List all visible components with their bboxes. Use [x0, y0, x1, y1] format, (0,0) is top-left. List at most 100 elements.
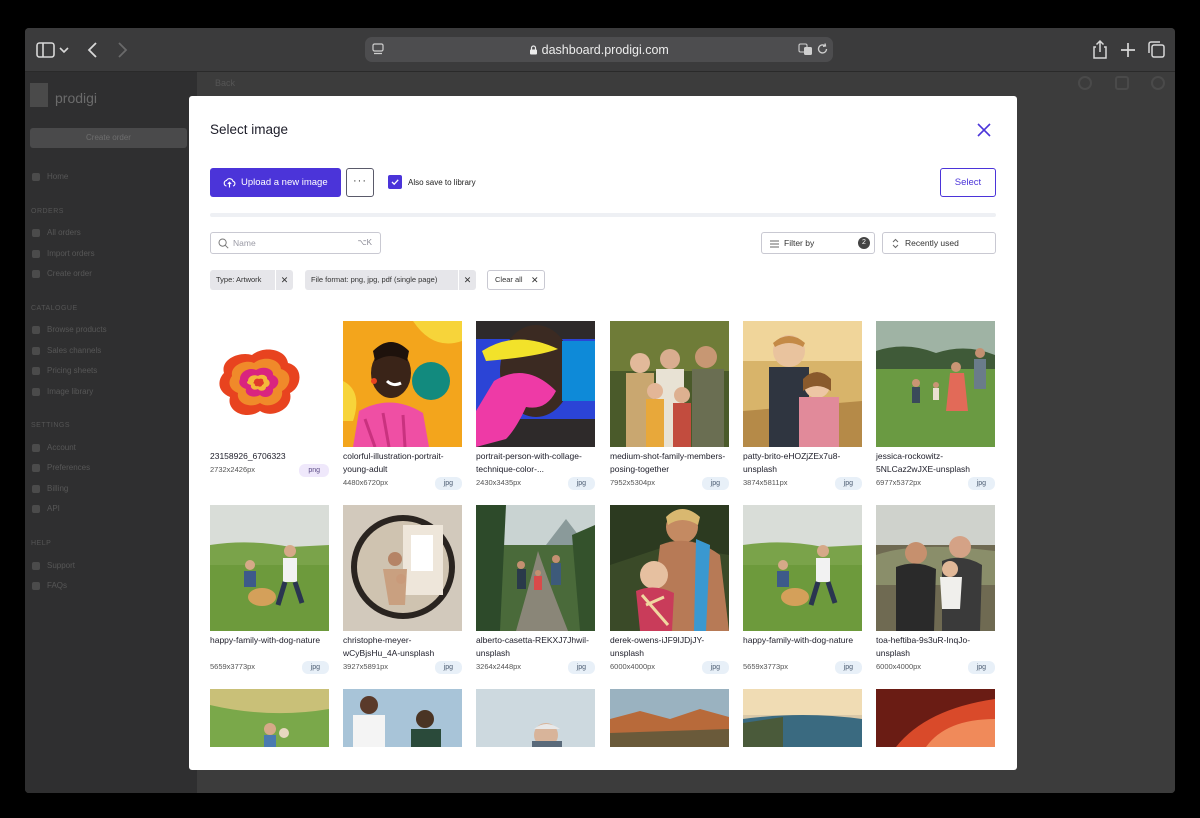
sort-select[interactable]: Recently used	[882, 232, 996, 254]
tab-overview-icon[interactable]	[1146, 39, 1168, 61]
import-icon	[32, 250, 40, 258]
billing-icon	[32, 485, 40, 493]
sidebar-item-label: Image library	[47, 387, 94, 396]
image-thumbnail	[210, 321, 329, 447]
filter-by-button[interactable]: Filter by 2	[761, 232, 875, 254]
save-to-library-label[interactable]: Also save to library	[408, 178, 476, 187]
sidebar-toggle-icon[interactable]	[35, 39, 57, 61]
format-badge: jpg	[834, 661, 862, 674]
image-name: portrait-person-with-collage-technique-c…	[476, 451, 582, 474]
sidebar-item-billing[interactable]: Billing	[32, 484, 68, 493]
image-dimensions: 7952x5304px	[610, 478, 656, 487]
sidebar-item-sales-channels[interactable]: Sales channels	[32, 346, 101, 355]
image-name: medium-shot-family-members-posing-togeth…	[610, 451, 726, 474]
image-thumbnail	[876, 505, 995, 631]
channels-icon	[32, 347, 40, 355]
close-icon[interactable]	[975, 121, 993, 139]
code-icon	[32, 505, 40, 513]
address-bar[interactable]: dashboard.prodigi.com	[365, 37, 833, 62]
prodigi-logo	[30, 83, 48, 107]
forward-arrow-icon[interactable]	[111, 39, 133, 61]
sidebar-item-create-order[interactable]: Create order	[32, 269, 92, 278]
reload-icon[interactable]	[816, 42, 829, 56]
sidebar-item-browse-products[interactable]: Browse products	[32, 325, 107, 334]
sidebar-item-image-library[interactable]: Image library	[32, 387, 94, 396]
format-badge: png	[299, 464, 329, 477]
sidebar-item-label: Home	[47, 172, 69, 181]
remove-filter-icon[interactable]: ✕	[458, 270, 476, 290]
image-dimensions: 5659x3773px	[210, 662, 256, 671]
sidebar-item-home[interactable]: Home	[32, 172, 69, 181]
translate-icon[interactable]	[798, 42, 813, 56]
image-dimensions: 4480x6720px	[343, 478, 389, 487]
sidebar-section-title: HELP	[31, 540, 52, 547]
remove-filter-icon[interactable]: ✕	[275, 270, 293, 290]
save-to-library-checkbox[interactable]	[388, 175, 402, 189]
create-order-button[interactable]: Create order	[30, 128, 187, 148]
back-link[interactable]: Back	[215, 78, 235, 88]
image-dimensions: 3264x2448px	[476, 662, 522, 671]
back-arrow-icon[interactable]	[83, 39, 105, 61]
account-icon	[32, 444, 40, 452]
sidebar-item-api[interactable]: API	[32, 504, 60, 513]
notification-icon[interactable]	[1078, 76, 1092, 90]
divider	[210, 213, 996, 217]
browser-window: dashboard.prodigi.com prodigi Create ord…	[25, 28, 1175, 793]
upload-image-button[interactable]: Upload a new image	[210, 168, 341, 197]
sidebar-item-faqs[interactable]: FAQs	[32, 581, 68, 590]
clear-all-label: Clear all	[495, 275, 523, 284]
sidebar-item-preferences[interactable]: Preferences	[32, 463, 90, 472]
sidebar-item-label: Support	[47, 561, 76, 570]
sidebar-item-all-orders[interactable]: All orders	[32, 228, 81, 237]
format-badge: jpg	[567, 477, 595, 490]
image-name: jessica-rockowitz-5NLCaz2wJXE-unsplash	[876, 451, 971, 474]
new-tab-icon[interactable]	[1117, 39, 1139, 61]
image-thumbnail[interactable]	[743, 689, 862, 747]
sidebar-item-label: FAQs	[47, 581, 68, 590]
image-dimensions: 3927x5891px	[343, 662, 389, 671]
image-thumbnail[interactable]	[210, 689, 329, 747]
image-thumbnail[interactable]	[876, 689, 995, 747]
image-thumbnail	[343, 505, 462, 631]
format-badge: jpg	[701, 661, 729, 674]
orders-icon	[32, 229, 40, 237]
search-input[interactable]: Name ⌥K	[210, 232, 381, 254]
user-icon[interactable]	[1151, 76, 1165, 90]
sidebar-item-pricing-sheets[interactable]: Pricing sheets	[32, 366, 97, 375]
preferences-icon	[32, 464, 40, 472]
format-badge: jpg	[701, 477, 729, 490]
image-dimensions: 6977x5372px	[876, 478, 922, 487]
browser-toolbar: dashboard.prodigi.com	[25, 28, 1175, 72]
url-label: dashboard.prodigi.com	[541, 43, 669, 57]
image-name: toa-heftiba-9s3uR-InqJo-unsplash	[876, 635, 971, 658]
sidebar-item-label: API	[47, 504, 60, 513]
filter-chip-format: File format: png, jpg, pdf (single page)…	[305, 270, 476, 290]
image-name: patty-brito-eHOZjZEx7u8-unsplash	[743, 451, 841, 474]
image-thumbnail	[743, 321, 862, 447]
image-name: christophe-meyer-wCyBjsHu_4A-unsplash	[343, 635, 435, 658]
sidebar-item-import-orders[interactable]: Import orders	[32, 249, 95, 258]
sidebar-item-account[interactable]: Account	[32, 443, 76, 452]
image-name: happy-family-with-dog-nature	[743, 635, 854, 645]
clear-all-button[interactable]: Clear all ✕	[487, 270, 545, 290]
image-thumbnail[interactable]	[610, 689, 729, 747]
search-icon	[218, 238, 229, 249]
select-button[interactable]: Select	[940, 168, 996, 197]
sidebar-item-label: Browse products	[47, 325, 107, 334]
help-chat-button[interactable]	[1172, 789, 1175, 793]
cart-icon[interactable]	[1115, 76, 1129, 90]
more-options-button[interactable]: ···	[346, 168, 374, 197]
filter-lines-icon	[770, 240, 779, 248]
image-thumbnail	[476, 321, 595, 447]
image-thumbnail	[876, 321, 995, 447]
format-badge: jpg	[301, 661, 329, 674]
image-thumbnail[interactable]	[343, 689, 462, 747]
image-thumbnail[interactable]	[476, 689, 595, 747]
sidebar-item-support[interactable]: Support	[32, 561, 76, 570]
sidebar-item-label: Account	[47, 443, 76, 452]
chevron-down-icon[interactable]	[58, 39, 70, 61]
lock-icon	[530, 45, 538, 55]
plus-icon	[32, 270, 40, 278]
image-dimensions: 2430x3435px	[476, 478, 522, 487]
share-icon[interactable]	[1089, 39, 1111, 61]
